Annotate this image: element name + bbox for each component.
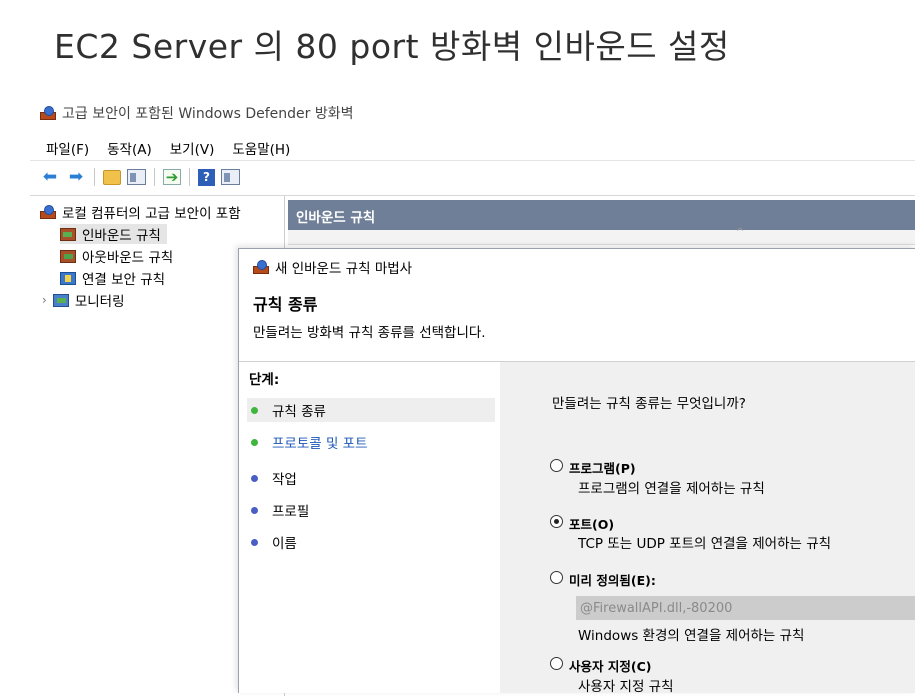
wizard-title-bar: 새 인바운드 규칙 마법사 (253, 257, 412, 277)
firewall-icon (40, 106, 56, 120)
back-arrow-icon[interactable]: ⬅ (40, 167, 60, 187)
option-label: 사용자 지정(C) (569, 659, 652, 674)
radio-custom[interactable] (550, 657, 563, 670)
chevron-right-icon[interactable]: › (42, 293, 47, 307)
monitoring-icon (52, 293, 69, 307)
tree-item-monitoring[interactable]: › 모니터링 (42, 290, 125, 310)
connection-security-icon (60, 271, 76, 285)
step-label: 프로토콜 및 포트 (272, 436, 368, 452)
option-port[interactable]: 포트(O) (550, 514, 614, 533)
new-inbound-rule-wizard: 새 인바운드 규칙 마법사 규칙 종류 만들려는 방화벽 규칙 종류를 선택합니… (238, 248, 915, 695)
show-pane-icon[interactable] (127, 169, 146, 185)
toolbar: ⬅ ➡ ➔ ? (40, 164, 240, 190)
step-label: 이름 (272, 536, 297, 552)
option-predefined-desc: Windows 환경의 연결을 제어하는 규칙 (578, 628, 805, 644)
option-custom[interactable]: 사용자 지정(C) (550, 656, 651, 675)
wizard-heading: 규칙 종류 (253, 295, 318, 314)
tree-item-inbound-rules[interactable]: 인바운드 규칙 (60, 224, 167, 244)
sort-caret-icon: ^ (736, 227, 745, 238)
properties-pane-icon[interactable] (221, 169, 240, 185)
option-program[interactable]: 프로그램(P) (550, 458, 636, 477)
rules-pane-title: 인바운드 규칙 (296, 210, 376, 226)
step-complete-dot (251, 438, 258, 446)
option-predefined[interactable]: 미리 정의됨(E): (550, 570, 656, 589)
step-name[interactable]: 이름 (247, 530, 495, 554)
menu-help[interactable]: 도움말(H) (230, 138, 292, 158)
tree-item-connection-security-rules[interactable]: 연결 보안 규칙 (60, 268, 165, 288)
predefined-rule-select: @FirewallAPI.dll,-80200 (576, 596, 915, 620)
radio-predefined[interactable] (550, 571, 563, 584)
toolbar-divider (189, 168, 190, 186)
step-pending-dot (251, 538, 258, 546)
toolbar-divider (154, 168, 155, 186)
option-label: 미리 정의됨(E): (569, 573, 656, 588)
step-profile[interactable]: 프로필 (247, 498, 495, 522)
help-icon[interactable]: ? (198, 168, 215, 186)
step-pending-dot (251, 506, 258, 514)
step-rule-type[interactable]: 규칙 종류 (247, 398, 495, 422)
slide-title: EC2 Server 의 80 port 방화벽 인바운드 설정 (54, 27, 730, 66)
rule-type-question: 만들려는 규칙 종류는 무엇입니까? (552, 396, 746, 412)
tree-item-label: 연결 보안 규칙 (82, 272, 166, 288)
wizard-subtitle: 만들려는 방화벽 규칙 종류를 선택합니다. (253, 325, 486, 341)
step-label: 작업 (272, 472, 297, 488)
tree-item-outbound-rules[interactable]: 아웃바운드 규칙 (60, 246, 173, 266)
menu-file[interactable]: 파일(F) (44, 138, 91, 158)
menu-divider (30, 160, 915, 161)
firewall-icon (253, 260, 269, 274)
step-protocol-and-ports[interactable]: 프로토콜 및 포트 (247, 430, 495, 454)
toolbar-divider (94, 168, 95, 186)
steps-label: 단계: (249, 372, 280, 388)
window-title-bar: 고급 보안이 포함된 Windows Defender 방화벽 (40, 102, 354, 124)
step-complete-dot (251, 406, 258, 414)
option-custom-desc: 사용자 지정 규칙 (578, 679, 674, 695)
option-port-desc: TCP 또는 UDP 포트의 연결을 제어하는 규칙 (578, 536, 832, 552)
inbound-rules-icon (60, 227, 76, 241)
step-label: 규칙 종류 (272, 404, 326, 420)
tree-item-label: 아웃바운드 규칙 (82, 250, 174, 266)
tree-item-label: 인바운드 규칙 (82, 228, 161, 244)
tree-root-label: 로컬 컴퓨터의 고급 보안이 포함 (62, 206, 241, 222)
firewall-icon (40, 205, 56, 219)
radio-program[interactable] (550, 459, 563, 472)
tree-root[interactable]: 로컬 컴퓨터의 고급 보안이 포함 (40, 202, 241, 222)
rules-column-header[interactable]: ^ (288, 227, 915, 245)
wizard-content: 만들려는 규칙 종류는 무엇입니까? 프로그램(P) 프로그램의 연결을 제어하… (500, 362, 915, 695)
menu-view[interactable]: 보기(V) (168, 138, 217, 158)
rules-pane-header: 인바운드 규칙 (288, 200, 915, 230)
tree-item-label: 모니터링 (74, 294, 125, 310)
window-title: 고급 보안이 포함된 Windows Defender 방화벽 (62, 106, 354, 122)
folder-up-icon[interactable] (103, 169, 121, 185)
option-program-desc: 프로그램의 연결을 제어하는 규칙 (578, 481, 765, 497)
export-icon[interactable]: ➔ (163, 168, 181, 186)
wizard-steps: 단계: 규칙 종류 프로토콜 및 포트 작업 프로필 이름 (239, 362, 499, 693)
menu-bar: 파일(F) 동작(A) 보기(V) 도움말(H) (44, 138, 292, 158)
outbound-rules-icon (60, 249, 76, 263)
wizard-title: 새 인바운드 규칙 마법사 (275, 261, 413, 277)
step-action[interactable]: 작업 (247, 466, 495, 490)
step-label: 프로필 (272, 504, 310, 520)
step-pending-dot (251, 474, 258, 482)
option-label: 프로그램(P) (569, 461, 636, 476)
menu-action[interactable]: 동작(A) (105, 138, 154, 158)
forward-arrow-icon[interactable]: ➡ (66, 167, 86, 187)
radio-port-selected[interactable] (550, 515, 563, 528)
option-label: 포트(O) (569, 517, 615, 532)
